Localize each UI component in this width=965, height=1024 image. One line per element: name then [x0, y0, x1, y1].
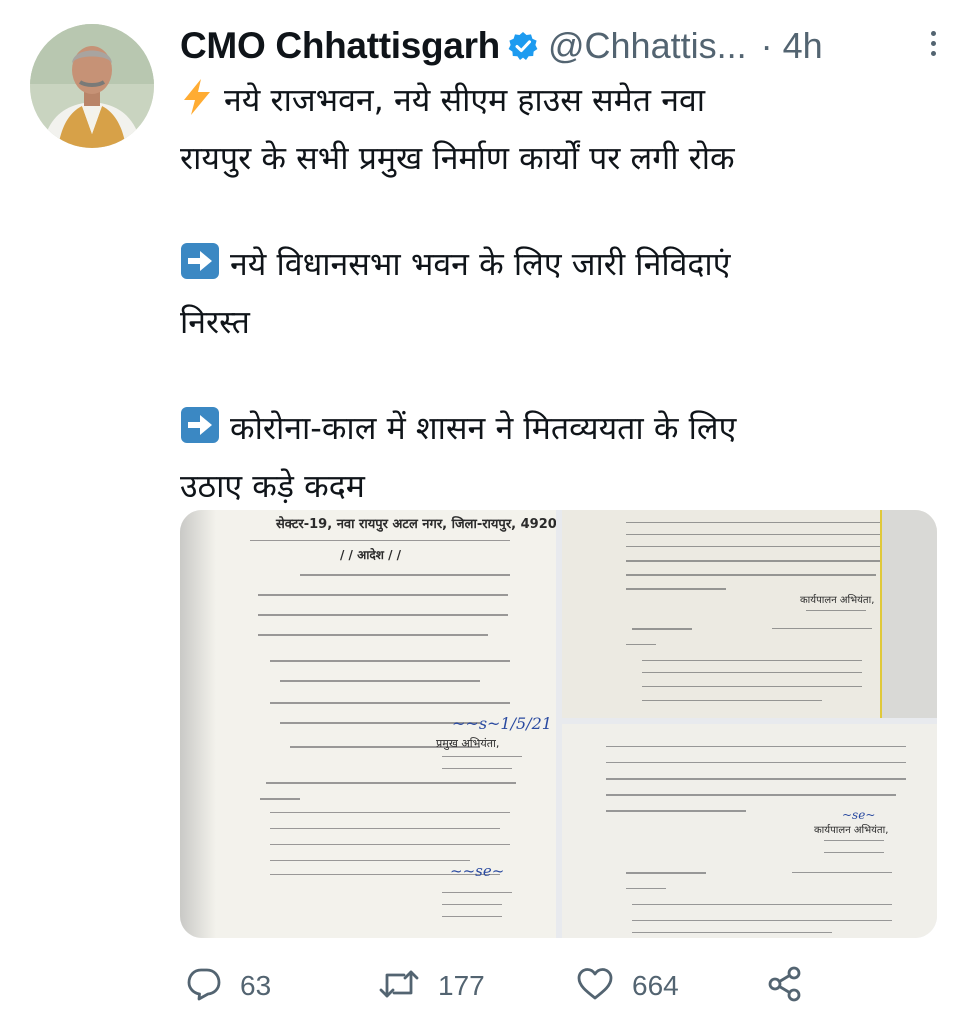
document-text-line	[258, 614, 508, 616]
verified-badge-icon	[508, 31, 538, 61]
signature-scribble: ~~se~	[450, 862, 505, 880]
avatar-image	[30, 24, 154, 148]
document-title: / / आदेश / /	[340, 548, 402, 562]
document-text-line	[442, 892, 512, 893]
lightning-bolt-icon	[180, 78, 214, 132]
document-shadow	[882, 510, 937, 718]
document-text-line	[626, 644, 656, 645]
document-text-line	[792, 872, 892, 873]
document-text-line	[626, 522, 886, 523]
reply-count: 63	[240, 970, 272, 1001]
document-text-line	[626, 588, 726, 590]
signature-title: कार्यपालन अभियंता,	[814, 825, 889, 836]
document-shadow	[180, 510, 216, 938]
right-arrow-icon	[180, 242, 220, 296]
author-name[interactable]: CMO Chhattisgarh	[180, 25, 500, 67]
document-text-line	[442, 768, 512, 769]
tweet-line-1: नये राजभवन, नये सीएम हाउस समेत नवा	[180, 74, 920, 132]
document-text-line	[632, 920, 892, 921]
document-text-line	[258, 594, 508, 596]
document-text-line	[642, 700, 822, 701]
document-text-line	[270, 860, 470, 861]
tweet-line-5: कोरोना-काल में शासन ने मितव्ययता के लिए	[180, 402, 920, 460]
document-text-line	[442, 916, 502, 917]
document-text-line	[626, 574, 876, 576]
document-text-line	[806, 610, 866, 611]
document-text-line	[270, 828, 500, 829]
author-handle[interactable]: @Chhattis...	[548, 25, 747, 67]
document-text-line	[260, 798, 300, 800]
document-text-line	[606, 794, 896, 796]
document-text-line	[632, 628, 692, 630]
retweet-count: 177	[438, 970, 485, 1001]
signature-scribble: ~~s~1/5/21	[452, 714, 552, 733]
document-text-line	[442, 904, 502, 905]
signature-title: प्रमुख अभियंता,	[436, 737, 500, 750]
like-button[interactable]: 664	[576, 962, 679, 1010]
signature-title: कार्यपालन अभियंता,	[800, 595, 875, 606]
document-text-line	[606, 746, 906, 747]
document-header: सेक्टर-19, नवा रायपुर अटल नगर, जिला-रायप…	[276, 517, 556, 532]
document-text-line	[626, 534, 886, 535]
document-text-line	[280, 680, 480, 682]
right-arrow-icon	[180, 406, 220, 460]
tweet-line-text: कोरोना-काल में शासन ने मितव्ययता के लिए	[230, 409, 737, 447]
document-text-line	[270, 812, 510, 813]
document-text-line	[642, 686, 862, 687]
tweet-line-text: नये विधानसभा भवन के लिए जारी निविदाएं	[230, 245, 731, 283]
reply-icon	[186, 966, 222, 1006]
tweet-line-6: उठाए कड़े कदम	[180, 467, 365, 505]
retweet-icon	[378, 966, 420, 1006]
share-button[interactable]	[768, 962, 802, 1010]
tweet-actions: 63 177 664	[180, 962, 802, 1010]
signature-scribble: ~se~	[842, 808, 876, 822]
document-text-line	[642, 672, 862, 673]
document-rule	[250, 540, 510, 541]
retweet-button[interactable]: 177	[378, 962, 485, 1010]
document-text-line	[632, 904, 892, 905]
tweet-header: CMO Chhattisgarh @Chhattis... · 4h	[180, 18, 940, 74]
share-icon	[768, 966, 802, 1006]
like-count: 664	[632, 970, 679, 1001]
tweet-line-3: नये विधानसभा भवन के लिए जारी निविदाएं	[180, 238, 920, 296]
tweet-text: नये राजभवन, नये सीएम हाउस समेत नवा रायपु…	[180, 74, 920, 513]
document-text-line	[632, 932, 832, 933]
document-text-line	[606, 762, 906, 763]
document-text-line	[280, 722, 480, 724]
document-text-line	[824, 840, 884, 841]
document-text-line	[626, 872, 706, 874]
author-avatar[interactable]	[30, 24, 154, 148]
document-text-line	[270, 844, 510, 845]
tweet-line-text: नये राजभवन, नये सीएम हाउस समेत नवा	[224, 81, 706, 119]
document-text-line	[442, 756, 522, 757]
document-text-line	[606, 778, 906, 780]
media-image-order-top-right[interactable]: कार्यपालन अभियंता,	[562, 510, 937, 718]
document-text-line	[606, 810, 746, 812]
document-text-line	[626, 546, 886, 547]
document-text-line	[270, 660, 510, 662]
document-text-line	[772, 628, 872, 629]
tweet-line-2: रायपुर के सभी प्रमुख निर्माण कार्यों पर …	[180, 139, 735, 177]
document-text-line	[270, 702, 510, 704]
document-text-line	[266, 782, 516, 784]
document-text-line	[300, 574, 510, 576]
document-text-line	[626, 888, 666, 889]
media-image-order-left[interactable]: सेक्टर-19, नवा रायपुर अटल नगर, जिला-रायप…	[180, 510, 556, 938]
document-text-line	[626, 560, 886, 562]
heart-icon	[576, 966, 614, 1006]
tweet-media[interactable]: सेक्टर-19, नवा रायपुर अटल नगर, जिला-रायप…	[180, 510, 937, 938]
media-image-order-bottom-right[interactable]: ~se~ कार्यपालन अभियंता,	[562, 724, 937, 938]
tweet-line-4: निरस्त	[180, 303, 250, 341]
document-text-line	[642, 660, 862, 661]
more-options-icon[interactable]	[926, 28, 940, 64]
tweet-timestamp[interactable]: · 4h	[761, 25, 823, 67]
document-text-line	[258, 634, 488, 636]
reply-button[interactable]: 63	[186, 962, 271, 1010]
document-text-line	[824, 852, 884, 853]
